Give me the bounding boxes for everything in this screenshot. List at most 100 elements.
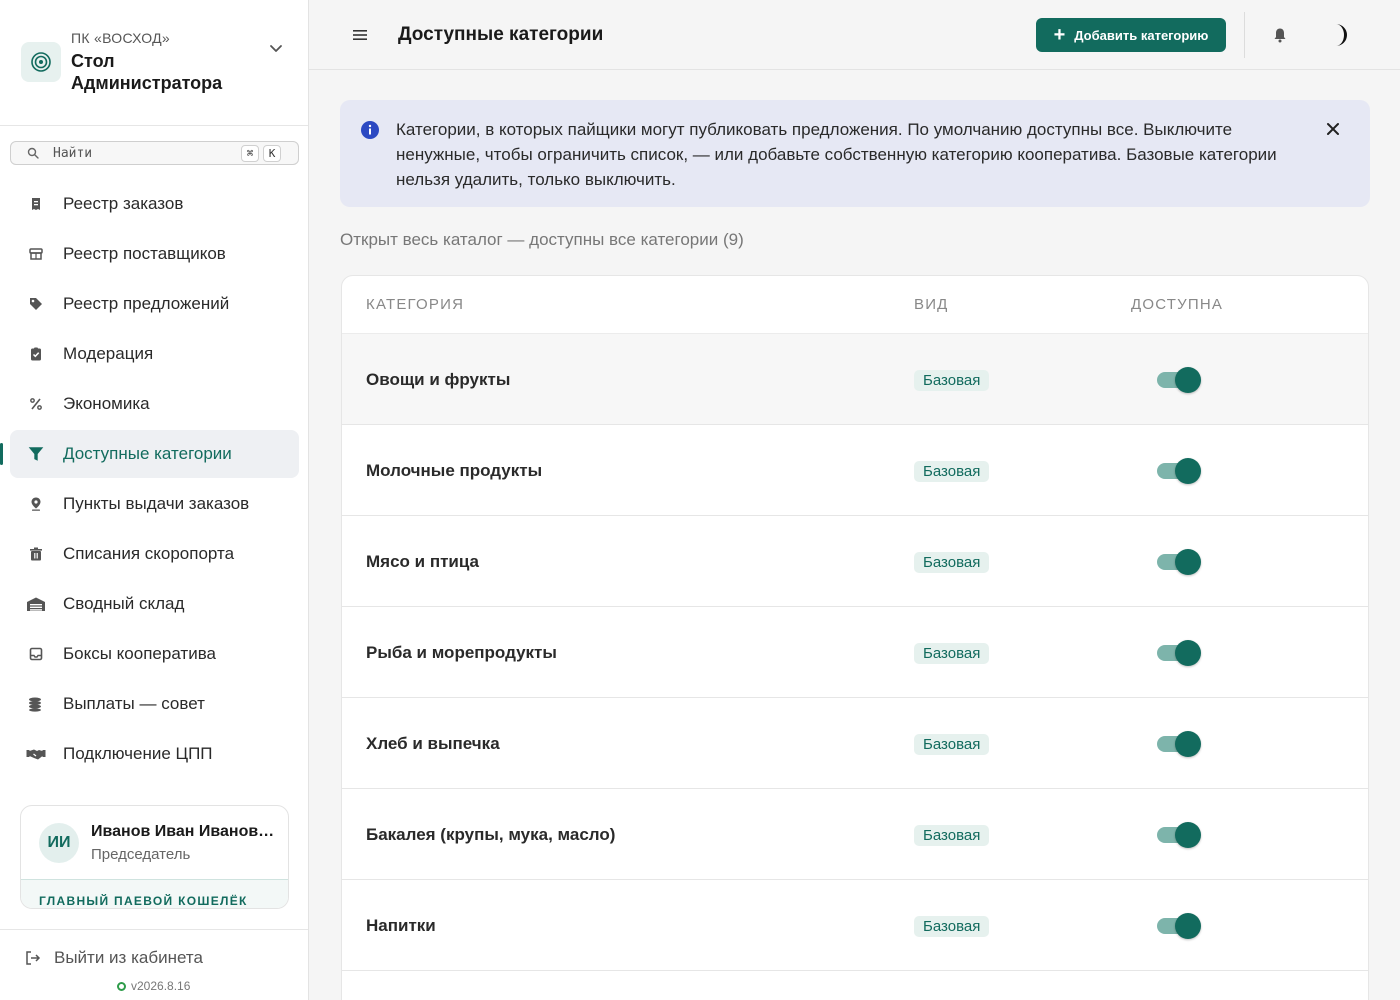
user-role: Председатель [91,846,191,863]
sidebar-item-boxes[interactable]: Боксы кооператива [10,630,299,678]
version-label: v2026.8.16 [117,979,190,993]
table-row: Напитки Базовая [342,880,1368,971]
avatar: ИИ [39,823,79,863]
logout-label: Выйти из кабинета [54,948,203,967]
sidebar-item-label: Выплаты — совет [63,694,205,713]
availability-toggle[interactable] [1157,549,1201,575]
column-header-available: ДОСТУПНА [1131,296,1224,313]
table-row: Молочные продукты Базовая [342,425,1368,516]
category-name: Напитки [366,916,436,935]
sidebar-item-payouts[interactable]: Выплаты — совет [10,680,299,728]
column-header-category: КАТЕГОРИЯ [366,296,465,313]
plus-icon: + [1053,24,1066,46]
category-name: Молочные продукты [366,461,543,480]
toggle-knob [1175,640,1201,666]
sidebar-item-label: Экономика [63,394,150,413]
info-text: Категории, в которых пайщики могут публи… [396,120,1277,189]
availability-toggle[interactable] [1157,458,1201,484]
sidebar-nav: Реестр заказов Реестр поставщиков Реестр… [0,180,299,780]
sidebar-item-label: Боксы кооператива [63,644,216,663]
brand-switcher[interactable]: ПК «ВОСХОД» Стол Администратора [0,0,308,126]
search-icon [27,147,39,159]
sidebar-item-categories[interactable]: Доступные категории [0,430,299,478]
kind-badge: Базовая [914,916,990,937]
user-card[interactable]: ИИ Иванов Иван Иванович Председатель ГЛА… [20,805,289,909]
moon-icon[interactable] [1325,21,1353,49]
info-icon [361,121,379,139]
column-header-kind: ВИД [914,296,949,313]
user-name: Иванов Иван Иванович [91,823,276,840]
header-divider [1244,12,1245,58]
sidebar-item-warehouse[interactable]: Сводный склад [10,580,299,628]
store-icon [26,244,46,264]
category-name: Рыба и морепродукты [366,643,557,662]
toggle-knob [1175,549,1201,575]
category-name: Хлеб и выпечка [366,734,500,753]
toggle-knob [1175,731,1201,757]
kind-badge: Базовая [914,552,990,573]
info-banner: Категории, в которых пайщики могут публи… [340,100,1370,207]
availability-toggle[interactable] [1157,367,1201,393]
version-text: v2026.8.16 [131,979,191,993]
sidebar-footer: Выйти из кабинета v2026.8.16 [0,929,308,1000]
categories-table: КАТЕГОРИЯ ВИД ДОСТУПНА Овощи и фрукты Ба… [341,275,1369,1000]
close-icon[interactable] [1324,120,1342,138]
workspace-title: Стол Администратора [71,51,223,93]
sidebar-item-moderation[interactable]: Модерация [10,330,299,378]
sidebar-item-label: Пункты выдачи заказов [63,494,250,513]
top-bar: Доступные категории + Добавить категорию [309,0,1400,70]
coins-icon [26,694,46,714]
percent-icon [26,394,46,414]
catalog-summary: Открыт весь каталог — доступны все катег… [340,230,744,249]
sidebar-item-label: Реестр заказов [63,194,184,213]
tag-icon [26,294,46,314]
sidebar-item-suppliers[interactable]: Реестр поставщиков [10,230,299,278]
availability-toggle[interactable] [1157,822,1201,848]
kind-badge: Базовая [914,461,990,482]
chevron-down-icon[interactable] [266,38,286,58]
add-category-label: Добавить категорию [1074,27,1209,43]
receipt-icon [26,194,46,214]
availability-toggle[interactable] [1157,913,1201,939]
sidebar-item-label: Списания скоропорта [63,544,235,563]
sidebar-item-writeoffs[interactable]: Списания скоропорта [10,530,299,578]
kind-badge: Базовая [914,643,990,664]
sidebar-item-economics[interactable]: Экономика [10,380,299,428]
page-title: Доступные категории [398,24,604,45]
sidebar-item-offers[interactable]: Реестр предложений [10,280,299,328]
warehouse-icon [26,594,46,614]
sidebar: ПК «ВОСХОД» Стол Администратора ⌘ K Реес… [0,0,309,1000]
availability-toggle[interactable] [1157,640,1201,666]
availability-toggle[interactable] [1157,731,1201,757]
sidebar-item-cpp-connection[interactable]: Подключение ЦПП [10,730,299,778]
kind-badge: Базовая [914,825,990,846]
logout-button[interactable]: Выйти из кабинета [24,948,203,968]
sidebar-item-orders[interactable]: Реестр заказов [10,180,299,228]
status-dot-icon [117,981,126,991]
handshake-icon [26,744,46,764]
toggle-knob [1175,367,1201,393]
table-row: Хлеб и выпечка Базовая [342,698,1368,789]
table-header: КАТЕГОРИЯ ВИД ДОСТУПНА [342,276,1368,334]
sidebar-item-label: Сводный склад [63,594,185,613]
search-box[interactable]: ⌘ K [10,141,299,165]
wallet-section[interactable]: ГЛАВНЫЙ ПАЕВОЙ КОШЕЛЁК [21,879,288,908]
table-row: Рыба и морепродукты Базовая [342,607,1368,698]
hamburger-menu-icon[interactable] [350,25,370,45]
inbox-icon [26,644,46,664]
sidebar-item-pickup-points[interactable]: Пункты выдачи заказов [10,480,299,528]
sidebar-item-label: Реестр поставщиков [63,244,226,263]
wallet-label: ГЛАВНЫЙ ПАЕВОЙ КОШЕЛЁК [39,894,248,908]
table-row: Овощи и фрукты Базовая [342,334,1368,425]
add-category-button[interactable]: + Добавить категорию [1036,18,1226,52]
bell-icon[interactable] [1271,26,1289,44]
toggle-knob [1175,913,1201,939]
category-name: Овощи и фрукты [366,370,511,389]
coop-logo-icon [21,42,61,82]
kind-badge: Базовая [914,734,990,755]
search-input[interactable] [53,144,233,162]
sidebar-item-label: Доступные категории [63,444,232,463]
org-name: ПК «ВОСХОД» [71,30,171,46]
map-pin-icon [26,494,46,514]
shortcut-letter-key: K [263,145,281,162]
